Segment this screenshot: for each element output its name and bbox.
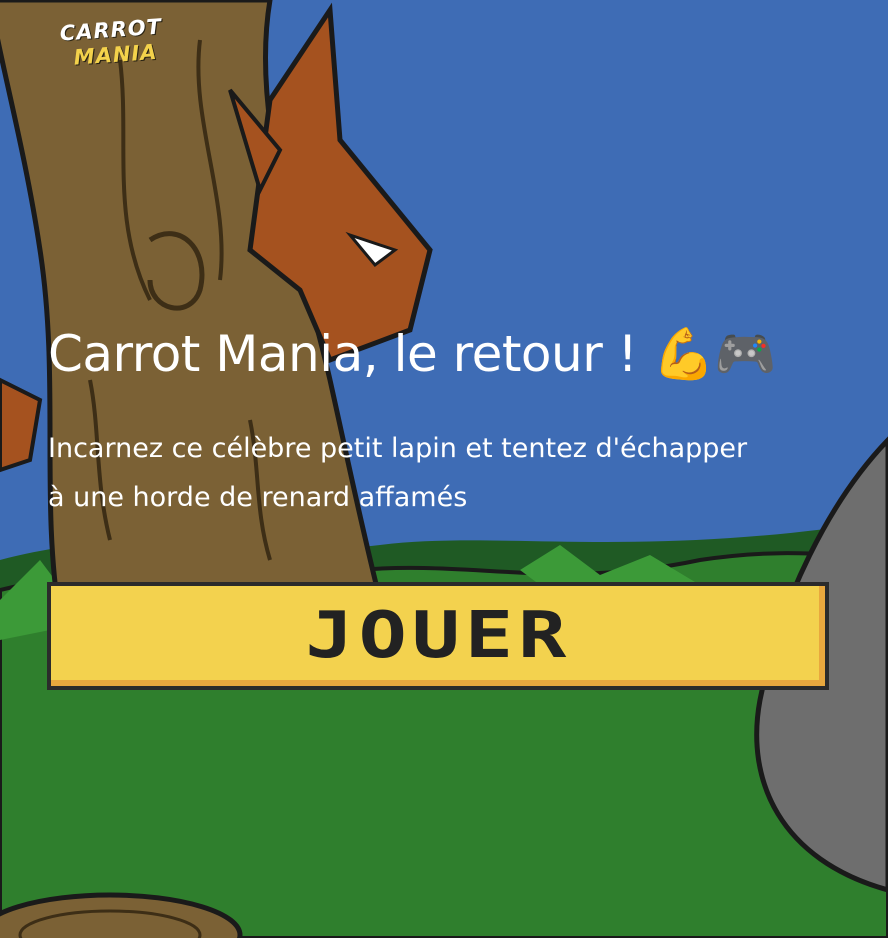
carrot-mania-logo[interactable]: CARROT MANIA: [59, 15, 164, 78]
logo-line-mania: MANIA: [72, 39, 159, 70]
play-button[interactable]: JOUER: [47, 582, 829, 690]
play-button-label: JOUER: [305, 599, 571, 673]
page-subtitle: Incarnez ce célèbre petit lapin et tente…: [48, 433, 748, 513]
game-start-screen: CARROT MANIA Carrot Mania, le retour ! 💪…: [0, 0, 888, 938]
page-title: Carrot Mania, le retour ! 💪🎮: [48, 325, 777, 383]
